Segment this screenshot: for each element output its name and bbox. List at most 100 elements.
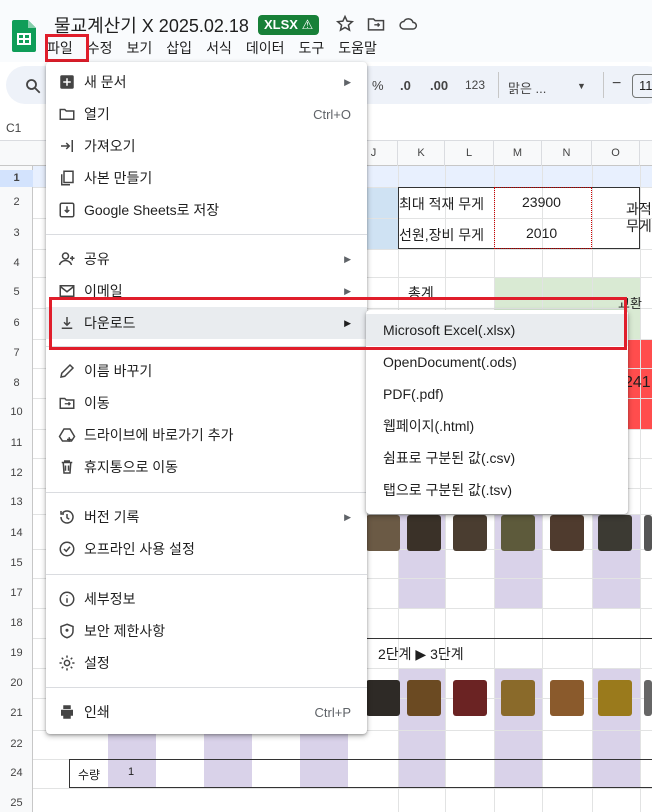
crew-weight-label[interactable]: 선원,장비 무게 [399,225,484,245]
menu-item-save-as-sheets[interactable]: Google Sheets로 저장 [46,194,367,226]
menu-item-copy[interactable]: 사본 만들기 [46,162,367,194]
column-header[interactable]: K [398,141,445,166]
cloud-status-icon[interactable] [398,14,418,34]
row-header[interactable]: 5 [0,286,33,298]
menu-item-import[interactable]: 가져오기 [46,130,367,162]
row-header[interactable]: 7 [0,347,33,359]
row-header[interactable]: 19 [0,647,33,659]
item-image [453,515,487,551]
qty-value[interactable]: 1 [128,766,134,778]
item-image [644,680,652,716]
file-menu-highlight [45,34,89,62]
download-option-tsv[interactable]: 탭으로 구분된 값(.tsv) [366,474,628,506]
menu-format[interactable]: 서식 [199,36,239,60]
menu-item-print[interactable]: 인쇄 Ctrl+P [46,696,367,728]
menu-item-move[interactable]: 이동 [46,387,367,419]
menu-item-trash[interactable]: 휴지통으로 이동 [46,451,367,483]
item-image [407,680,441,716]
menu-separator [46,234,367,235]
more-formats-button[interactable]: 123 [465,78,485,92]
font-size-input[interactable]: 11 [632,74,652,98]
download-option-ods[interactable]: OpenDocument(.ods) [366,346,628,378]
history-icon [60,510,74,524]
row-header[interactable]: 8 [0,377,33,389]
row-header[interactable]: 10 [0,406,33,418]
row-header[interactable]: 17 [0,587,33,599]
menu-help[interactable]: 도움말 [331,36,384,60]
column-header[interactable]: O [592,141,640,166]
decrease-decimal-button[interactable]: .0 [400,78,411,93]
percent-format-button[interactable]: % [372,78,384,93]
row-header[interactable]: 25 [0,797,33,809]
xlsx-badge[interactable]: XLSX ⚠ [258,15,320,35]
row-header[interactable]: 12 [0,467,33,479]
move-folder-icon[interactable] [366,14,386,34]
download-option-html[interactable]: 웹페이지(.html) [366,410,628,442]
menu-data[interactable]: 데이터 [239,36,292,60]
item-image [598,680,632,716]
item-image [366,680,400,716]
row-header[interactable]: 24 [0,767,33,779]
qty-label[interactable]: 수량 [78,766,100,783]
item-image [453,680,487,716]
row-header[interactable]: 14 [0,527,33,539]
row-header[interactable]: 1 [0,170,33,187]
download-option-pdf[interactable]: PDF(.pdf) [366,378,628,410]
menu-view[interactable]: 보기 [120,36,160,60]
download-option-csv[interactable]: 쉼표로 구분된 값(.csv) [366,442,628,474]
row-header[interactable]: 15 [0,557,33,569]
weight-label[interactable]: 무게 [626,216,652,236]
trash-icon [61,460,73,474]
move-folder-icon [59,397,75,409]
row-header[interactable]: 6 [0,317,33,329]
menu-item-share[interactable]: 공유 ▶ [46,243,367,275]
submenu-arrow-icon: ▶ [344,253,351,264]
row-header[interactable]: 4 [0,257,33,269]
menu-item-rename[interactable]: 이름 바꾸기 [46,355,367,387]
menu-item-add-drive-shortcut[interactable]: 드라이브에 바로가기 추가 [46,419,367,451]
row-header[interactable]: 21 [0,707,33,719]
folder-open-icon [59,108,75,120]
column-header[interactable]: M [494,141,542,166]
row-header[interactable]: 2 [0,196,33,208]
item-image [501,515,535,551]
star-icon[interactable] [335,14,355,34]
row-header[interactable]: 13 [0,496,33,508]
row-header[interactable]: 3 [0,227,33,239]
menu-item-open[interactable]: 열기 Ctrl+O [46,98,367,130]
column-header[interactable]: N [542,141,592,166]
menu-item-security[interactable]: 보안 제한사항 [46,615,367,647]
stage-label[interactable]: 2단계 ▶ 3단계 [378,644,464,664]
max-load-value[interactable]: 23900 [522,194,561,210]
name-box[interactable]: C1 [6,121,21,135]
menu-item-offline[interactable]: 오프라인 사용 설정 [46,533,367,565]
file-menu: 새 문서 ▶ 열기 Ctrl+O 가져오기 사본 만들기 Google Shee… [46,62,367,734]
copy-icon [61,170,74,186]
row-header[interactable]: 20 [0,677,33,689]
menu-item-new[interactable]: 새 문서 ▶ [46,66,367,98]
menu-item-version-history[interactable]: 버전 기록 ▶ [46,501,367,533]
number-241[interactable]: 241 [624,374,651,392]
print-icon [61,705,73,719]
font-dropdown-arrow-icon[interactable]: ▼ [577,81,586,91]
row-header[interactable]: 11 [0,437,33,449]
search-icon[interactable] [24,77,42,95]
menu-item-details[interactable]: 세부정보 [46,583,367,615]
crew-weight-value[interactable]: 2010 [526,225,557,241]
menu-item-settings[interactable]: 설정 [46,647,367,679]
menu-tools[interactable]: 도구 [291,36,331,60]
toolbar-divider [603,72,604,98]
font-size-decrease-button[interactable]: − [612,75,621,93]
download-highlight [49,297,627,350]
item-image [550,680,584,716]
column-header[interactable]: L [445,141,494,166]
increase-decimal-button[interactable]: .00 [430,78,448,93]
menu-insert[interactable]: 삽입 [159,36,199,60]
row-header[interactable]: 18 [0,617,33,629]
font-selector[interactable]: 맑은 ... [508,78,546,97]
sheets-logo-icon[interactable] [12,20,36,52]
max-load-label[interactable]: 최대 적재 무게 [399,194,484,214]
share-person-icon [58,252,75,266]
row-header[interactable]: 22 [0,738,33,750]
item-image [598,515,632,551]
